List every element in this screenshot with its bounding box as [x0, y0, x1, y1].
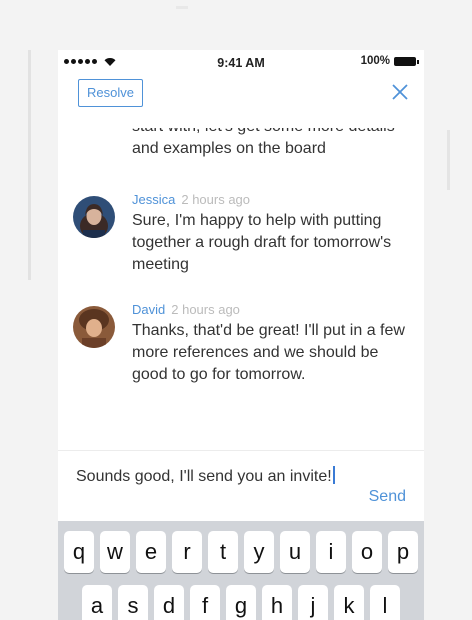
key-w[interactable]: w [100, 531, 130, 573]
keyboard-row: q w e r t y u i o p [58, 531, 424, 573]
key-d[interactable]: d [154, 585, 184, 620]
key-q[interactable]: q [64, 531, 94, 573]
battery-percent: 100% [360, 55, 390, 67]
key-h[interactable]: h [262, 585, 292, 620]
key-f[interactable]: f [190, 585, 220, 620]
key-s[interactable]: s [118, 585, 148, 620]
battery-icon [394, 56, 419, 66]
keyboard-row: a s d f g h j k l [58, 585, 424, 620]
comment-text: Sure, I'm happy to help with putting tog… [132, 212, 392, 273]
author-name: Jessica [132, 192, 176, 207]
key-e[interactable]: e [136, 531, 166, 573]
keyboard: q w e r t y u i o p a s d f g h j k l [58, 521, 424, 620]
key-j[interactable]: j [298, 585, 328, 620]
phone-screen: 9:41 AM 100% Resolve start with, let's g… [58, 50, 424, 620]
comment-meta: Jessica 2 hours ago [132, 192, 250, 207]
battery-status: 100% [360, 55, 419, 67]
key-t[interactable]: t [208, 531, 238, 573]
decorative-mark [176, 6, 188, 9]
comment-thread[interactable]: start with, let's get some more details … [58, 128, 424, 450]
key-p[interactable]: p [388, 531, 418, 573]
close-icon[interactable] [390, 82, 410, 102]
comment-timestamp: 2 hours ago [181, 192, 251, 207]
resolve-button[interactable]: Resolve [78, 79, 143, 107]
avatar [73, 196, 115, 238]
key-r[interactable]: r [172, 531, 202, 573]
status-bar: 9:41 AM 100% [58, 50, 424, 76]
key-y[interactable]: y [244, 531, 274, 573]
key-o[interactable]: o [352, 531, 382, 573]
author-name: David [132, 302, 166, 317]
key-a[interactable]: a [82, 585, 112, 620]
key-u[interactable]: u [280, 531, 310, 573]
key-l[interactable]: l [370, 585, 400, 620]
send-button[interactable]: Send [369, 488, 406, 506]
previous-message-text: start with, let's get some more details … [132, 128, 395, 157]
comment-text: Thanks, that'd be great! I'll put in a f… [132, 322, 405, 383]
comment-header: Resolve [58, 76, 424, 116]
device-edge [28, 50, 31, 280]
avatar [73, 306, 115, 348]
comment-timestamp: 2 hours ago [171, 302, 240, 317]
screen: 9:41 AM 100% Resolve start with, let's g… [0, 0, 472, 620]
key-i[interactable]: i [316, 531, 346, 573]
reply-input[interactable]: Sounds good, I'll send you an invite! [76, 466, 336, 488]
key-g[interactable]: g [226, 585, 256, 620]
device-edge [447, 130, 450, 190]
text-cursor [332, 466, 335, 484]
comment-meta: David 2 hours ago [132, 302, 240, 317]
reply-input-value: Sounds good, I'll send you an invite! [76, 468, 332, 485]
key-k[interactable]: k [334, 585, 364, 620]
reply-composer: Sounds good, I'll send you an invite! Se… [58, 451, 424, 521]
